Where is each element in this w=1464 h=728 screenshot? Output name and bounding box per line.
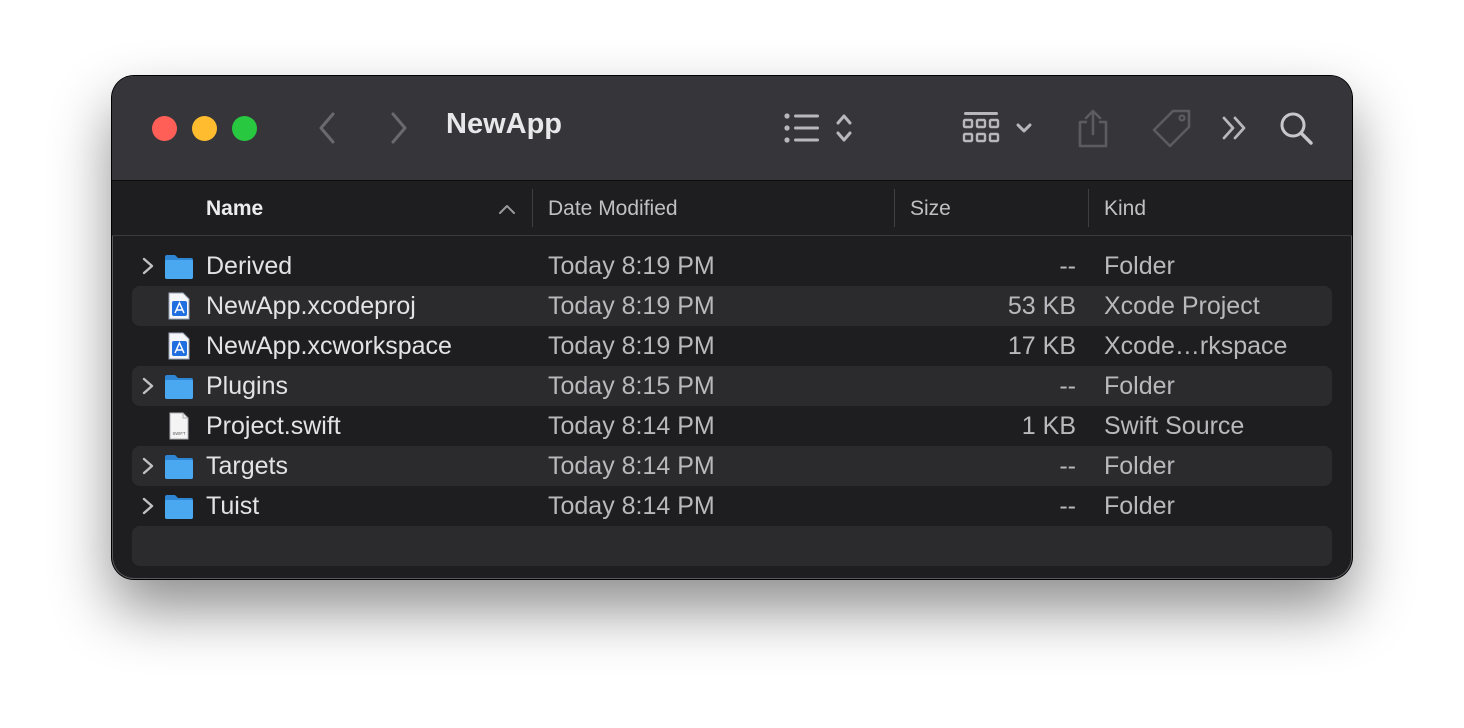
file-size: -- (1059, 452, 1076, 480)
column-header-date[interactable]: Date Modified (548, 197, 678, 221)
column-header-bar: Name Date Modified Size Kind (112, 181, 1352, 236)
file-name: Plugins (206, 372, 288, 400)
file-size: -- (1059, 492, 1076, 520)
column-separator[interactable] (894, 189, 895, 227)
disclosure-triangle-icon[interactable] (140, 496, 156, 516)
empty-row (132, 526, 1332, 566)
more-toolbar-button[interactable] (1220, 106, 1250, 150)
toolbar: NewApp (112, 76, 1352, 181)
share-icon (1078, 109, 1108, 148)
file-date: Today 8:15 PM (548, 372, 715, 400)
file-size: 1 KB (1021, 412, 1076, 440)
zoom-button[interactable] (232, 116, 257, 141)
sort-ascending-icon[interactable] (498, 203, 516, 215)
file-name: Targets (206, 452, 288, 480)
column-header-kind[interactable]: Kind (1104, 197, 1146, 221)
column-separator[interactable] (1088, 189, 1089, 227)
column-header-size[interactable]: Size (910, 197, 951, 221)
folder-icon (165, 255, 193, 279)
list-view-icon (784, 113, 852, 143)
back-button[interactable] (312, 106, 342, 150)
group-button[interactable] (962, 106, 1036, 150)
chevron-right-icon (391, 112, 407, 144)
file-date: Today 8:19 PM (548, 332, 715, 360)
forward-button[interactable] (384, 106, 414, 150)
file-size: -- (1059, 252, 1076, 280)
file-kind: Folder (1104, 372, 1175, 400)
file-size: -- (1059, 372, 1076, 400)
svg-text:SWIFT: SWIFT (172, 431, 185, 436)
file-date: Today 8:14 PM (548, 492, 715, 520)
double-chevron-right-icon (1222, 116, 1246, 140)
close-button[interactable] (152, 116, 177, 141)
folder-icon (165, 375, 193, 399)
disclosure-triangle-icon[interactable] (140, 456, 156, 476)
file-kind: Folder (1104, 252, 1175, 280)
file-row[interactable]: Plugins Today 8:15 PM -- Folder (132, 366, 1332, 406)
chevron-left-icon (319, 112, 335, 144)
folder-icon (165, 495, 193, 519)
file-name: NewApp.xcodeproj (206, 292, 416, 320)
file-row[interactable]: SWIFT Project.swift Today 8:14 PM 1 KB Swift… (132, 406, 1332, 446)
file-date: Today 8:14 PM (548, 412, 715, 440)
file-name: Tuist (206, 492, 260, 520)
file-row[interactable]: Targets Today 8:14 PM -- Folder (132, 446, 1332, 486)
swift-file-icon: SWIFT (169, 412, 189, 440)
window-title: NewApp (446, 108, 562, 140)
column-separator[interactable] (532, 189, 533, 227)
file-row[interactable]: NewApp.xcodeproj Today 8:19 PM 53 KB Xcode … (132, 286, 1332, 326)
file-date: Today 8:19 PM (548, 252, 715, 280)
grid-group-icon (962, 112, 1032, 143)
column-header-name[interactable]: Name (206, 197, 263, 221)
file-row[interactable]: NewApp.xcworkspace Today 8:19 PM 17 KB Xcod… (132, 326, 1332, 366)
minimize-button[interactable] (192, 116, 217, 141)
xcode-document-icon (168, 292, 190, 320)
disclosure-triangle-icon[interactable] (140, 256, 156, 276)
file-row[interactable]: Derived Today 8:19 PM -- Folder (132, 246, 1332, 286)
tag-button[interactable] (1150, 106, 1194, 150)
tag-icon (1152, 109, 1191, 148)
file-size: 17 KB (1007, 332, 1076, 360)
share-button[interactable] (1076, 106, 1110, 150)
file-kind: Xcode…rkspace (1104, 332, 1288, 360)
file-kind: Swift Source (1104, 412, 1245, 440)
file-kind: Folder (1104, 452, 1175, 480)
file-kind: Xcode Project (1104, 292, 1260, 320)
disclosure-triangle-icon[interactable] (140, 376, 156, 396)
file-name: Derived (206, 252, 293, 280)
file-name: NewApp.xcworkspace (206, 332, 452, 360)
file-kind: Folder (1104, 492, 1175, 520)
file-date: Today 8:14 PM (548, 452, 715, 480)
search-icon (1280, 112, 1313, 145)
file-row[interactable]: Tuist Today 8:14 PM -- Folder (132, 486, 1332, 526)
xcode-document-icon (168, 332, 190, 360)
folder-icon (165, 455, 193, 479)
file-size: 53 KB (1007, 292, 1076, 320)
file-name: Project.swift (206, 412, 341, 440)
finder-window: NewApp Name Date Modified Size Kind Deri… (112, 76, 1352, 579)
file-date: Today 8:19 PM (548, 292, 715, 320)
view-options-button[interactable] (782, 106, 862, 150)
search-button[interactable] (1278, 106, 1314, 150)
